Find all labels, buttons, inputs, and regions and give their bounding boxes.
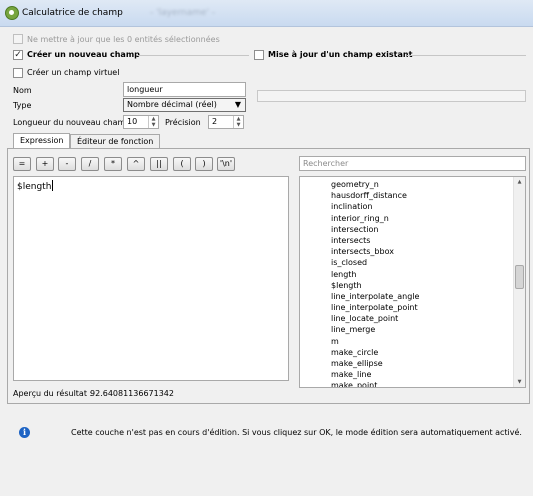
operator-open-paren-button[interactable]: (: [173, 157, 191, 171]
operator-plus-button[interactable]: +: [36, 157, 54, 171]
chevron-down-icon: ▼: [234, 100, 241, 109]
text-caret: [52, 180, 54, 191]
create-group-divider: [137, 55, 249, 56]
operator-close-paren-button[interactable]: ): [195, 157, 213, 171]
tab-function-editor[interactable]: Éditeur de fonction: [70, 134, 161, 149]
function-items: geometry_n hausdorff_distance inclination i…: [300, 179, 514, 387]
window-layer-name: - 'layername' -: [150, 8, 216, 18]
function-list-item[interactable]: m: [300, 336, 514, 347]
info-message: Cette couche n'est pas en cours d'éditio…: [71, 428, 522, 437]
existing-field-select[interactable]: [257, 90, 526, 102]
function-list-item[interactable]: line_interpolate_angle: [300, 291, 514, 302]
create-new-field-label: Créer un nouveau champ: [27, 50, 140, 59]
function-search-input[interactable]: Rechercher: [299, 156, 526, 171]
virtual-field-label: Créer un champ virtuel: [27, 68, 120, 77]
window-title-bar[interactable]: Calculatrice de champ - 'layername' -: [0, 0, 533, 27]
only-selected-checkbox[interactable]: [13, 34, 23, 44]
length-spin-arrows-icon[interactable]: ▲ ▼: [148, 116, 158, 128]
function-list-item[interactable]: make_ellipse: [300, 358, 514, 369]
preview-value: 92.64081136671342: [90, 389, 174, 398]
function-list-scrollbar[interactable]: ▲ ▼: [513, 177, 525, 387]
function-list-item[interactable]: make_line: [300, 369, 514, 380]
type-label: Type: [13, 101, 32, 110]
precision-value: 2: [212, 117, 218, 126]
function-list[interactable]: geometry_n hausdorff_distance inclination i…: [299, 176, 526, 388]
scroll-down-arrow-icon[interactable]: ▼: [514, 377, 525, 387]
length-value: 10: [127, 117, 138, 126]
qgis-logo-icon: [5, 6, 19, 20]
function-list-item[interactable]: length: [300, 269, 514, 280]
function-list-item[interactable]: intersects_bbox: [300, 246, 514, 257]
virtual-field-checkbox[interactable]: [13, 68, 23, 78]
function-list-item[interactable]: geometry_n: [300, 179, 514, 190]
tab-expression[interactable]: Expression: [13, 133, 71, 149]
scroll-thumb[interactable]: [515, 265, 524, 290]
function-list-item[interactable]: intersection: [300, 224, 514, 235]
create-new-field-checkbox[interactable]: ✓: [13, 50, 23, 60]
function-list-item[interactable]: interior_ring_n: [300, 213, 514, 224]
function-list-item[interactable]: make_circle: [300, 347, 514, 358]
precision-label: Précision: [165, 118, 201, 127]
preview-label: Aperçu du résultat :: [13, 389, 93, 398]
operator-divide-button[interactable]: /: [81, 157, 99, 171]
info-icon: i: [19, 427, 30, 438]
update-group-divider: [407, 55, 526, 56]
name-input[interactable]: longueur: [123, 82, 246, 97]
length-label: Longueur du nouveau champ: [13, 118, 131, 127]
expression-editor[interactable]: $length: [13, 176, 289, 381]
window-title: Calculatrice de champ: [22, 8, 123, 18]
operator-newline-button[interactable]: '\n': [217, 157, 235, 171]
function-list-item[interactable]: line_locate_point: [300, 313, 514, 324]
precision-spinbox[interactable]: 2 ▲ ▼: [208, 115, 244, 129]
function-list-item[interactable]: line_interpolate_point: [300, 302, 514, 313]
operator-concat-button[interactable]: ||: [150, 157, 168, 171]
expression-text: $length: [17, 182, 52, 192]
name-label: Nom: [13, 86, 32, 95]
expression-line: $length: [14, 177, 288, 195]
update-existing-label: Mise à jour d'un champ existant: [268, 50, 413, 59]
function-list-item[interactable]: inclination: [300, 201, 514, 212]
function-list-item[interactable]: intersects: [300, 235, 514, 246]
only-selected-label: Ne mettre à jour que les 0 entités sélec…: [27, 35, 220, 44]
type-select[interactable]: Nombre décimal (réel) ▼: [123, 98, 246, 112]
scroll-up-arrow-icon[interactable]: ▲: [514, 177, 525, 187]
operator-power-button[interactable]: ^: [127, 157, 145, 171]
function-list-item[interactable]: is_closed: [300, 257, 514, 268]
function-list-item[interactable]: hausdorff_distance: [300, 190, 514, 201]
operator-equals-button[interactable]: =: [13, 157, 31, 171]
operator-minus-button[interactable]: -: [58, 157, 76, 171]
function-list-item[interactable]: line_merge: [300, 324, 514, 335]
precision-spin-arrows-icon[interactable]: ▲ ▼: [233, 116, 243, 128]
length-spinbox[interactable]: 10 ▲ ▼: [123, 115, 159, 129]
operator-multiply-button[interactable]: *: [104, 157, 122, 171]
type-select-value: Nombre décimal (réel): [127, 100, 217, 109]
function-list-item[interactable]: $length: [300, 280, 514, 291]
function-list-item[interactable]: make_point: [300, 380, 514, 387]
update-existing-checkbox[interactable]: [254, 50, 264, 60]
